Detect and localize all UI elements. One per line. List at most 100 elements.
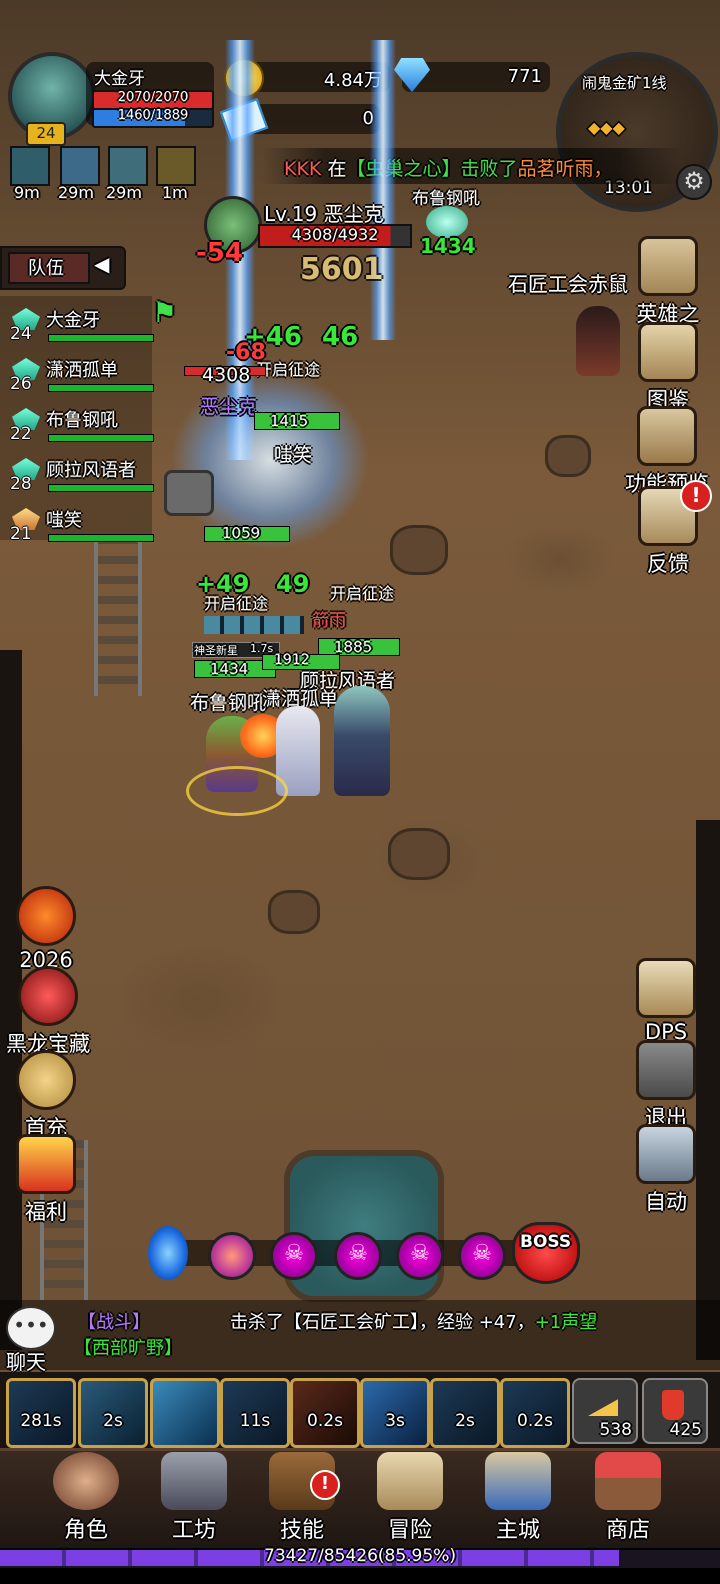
buff-icon[interactable] (156, 146, 196, 186)
skill-slot[interactable]: 2s (430, 1378, 500, 1448)
damage-number: -54 (196, 238, 243, 268)
boulder (390, 525, 448, 575)
stage-node-skull-icon (458, 1232, 506, 1280)
chat-channel-zone[interactable]: 【西部旷野】 (74, 1334, 182, 1360)
event-2026-button[interactable]: 2026 (6, 886, 86, 972)
party-member[interactable]: 21 嗤笑 (6, 506, 156, 550)
potion-icon (662, 1390, 684, 1420)
exit-button[interactable]: 退出 (626, 1040, 706, 1132)
nav-character-button[interactable]: 角色 (30, 1452, 142, 1544)
skill-cooldown: 0.2s (517, 1411, 553, 1431)
skill-slot[interactable]: 0.2s (500, 1378, 570, 1448)
ticket-amount: 0 (362, 108, 374, 129)
boss-node-label: BOSS (520, 1232, 572, 1252)
consumable-potion[interactable]: 425 (642, 1378, 708, 1444)
buff-timer: 9m (14, 183, 40, 202)
team-collapse-icon[interactable]: ◀ (94, 252, 109, 276)
lantern-icon (16, 886, 76, 946)
chixiao-name: 嗤笑 (274, 444, 313, 466)
buff-icon[interactable] (108, 146, 148, 186)
chat-bubble-icon[interactable]: ••• (6, 1306, 56, 1350)
nav-workshop-label: 工坊 (171, 1518, 216, 1543)
nav-shop-label: 商店 (605, 1518, 650, 1543)
notification-badge-icon: ! (680, 480, 712, 512)
party-member[interactable]: 24 大金牙 (6, 306, 156, 350)
holy-star-cast-label: 神圣新星 (194, 644, 238, 657)
party-name: 大金牙 (46, 310, 100, 331)
first-recharge-button[interactable]: 首充 (6, 1050, 86, 1142)
lightning-beam (370, 40, 396, 340)
broadcast-place: 【虫巢之心】 (346, 158, 461, 180)
party-member[interactable]: 22 布鲁钢吼 (6, 406, 156, 450)
enemy-hp-mini-text: 4308 (202, 364, 251, 386)
chat-label: 聊天 (6, 1350, 46, 1374)
broadcast-at: 在 (327, 158, 347, 180)
boss-level-name: Lv.19 恶尘克 (264, 202, 384, 226)
nav-shop-button[interactable]: 商店 (572, 1452, 684, 1544)
skill-slot[interactable] (150, 1378, 220, 1448)
welfare-button[interactable]: 福利 (6, 1134, 86, 1226)
gift-box-icon (16, 1134, 76, 1194)
player-level-badge: 24 (26, 122, 66, 146)
skill-cooldown: 11s (239, 1411, 271, 1431)
mine-cart (164, 470, 214, 516)
anvil-icon (161, 1452, 227, 1510)
party-member[interactable]: 28 顾拉风语者 (6, 456, 156, 500)
skill-slot[interactable]: 281s (6, 1378, 76, 1448)
boss-hp-text: 4308/4932 (291, 225, 379, 244)
crossed-swords-icon (636, 1124, 696, 1184)
nav-workshop-button[interactable]: 工坊 (138, 1452, 250, 1544)
party-level: 28 (10, 474, 32, 494)
buff-icon[interactable] (10, 146, 50, 186)
heal-number: 46 (322, 322, 359, 352)
minimap-markers: ◆◆◆ (588, 118, 625, 137)
party-level: 24 (10, 324, 32, 344)
skill-cooldown: 3s (385, 1411, 405, 1431)
journey-label: 开启征途 (330, 584, 395, 603)
scroll-icon (637, 406, 697, 466)
hp-text-1434: 1434 (210, 660, 249, 678)
map-scroll-icon (377, 1452, 443, 1510)
skill-slot[interactable]: 0.2s (290, 1378, 360, 1448)
black-dragon-treasure-button[interactable]: 黑龙宝藏 (0, 966, 96, 1058)
heal-number: 5601 (300, 252, 384, 287)
chat-log-line: 击杀了【石匠工会矿工】，经验 +47，+1声望 (230, 1308, 597, 1334)
auto-battle-button[interactable]: 自动 (626, 1124, 706, 1216)
broadcast-message: KKK 在【虫巢之心】击败了品茗听雨， (284, 154, 613, 181)
party-name: 潇洒孤单 (46, 360, 118, 381)
buff-icon[interactable] (60, 146, 100, 186)
nav-adventure-button[interactable]: 冒险 (354, 1452, 466, 1544)
buff-timer: 1m (162, 183, 188, 202)
buff-timer: 29m (106, 183, 142, 202)
codex-button[interactable]: 图鉴 (628, 322, 708, 414)
party-member[interactable]: 26 潇洒孤单 (6, 356, 156, 400)
chat-log-bonus: +1声望 (534, 1312, 598, 1333)
party-hp-bar (48, 334, 154, 342)
nav-city-button[interactable]: 主城 (462, 1452, 574, 1544)
boulder (268, 890, 320, 934)
hero-troll-hunter[interactable] (334, 686, 390, 796)
cheese-count: 538 (599, 1420, 632, 1440)
consumable-cheese[interactable]: 538 (572, 1378, 638, 1444)
flag-icon: ⚑ (152, 296, 178, 329)
nav-city-label: 主城 (495, 1518, 540, 1543)
skill-slot[interactable]: 3s (360, 1378, 430, 1448)
portal-icon (148, 1226, 188, 1280)
chat-log-text: 击杀了【石匠工会矿工】，经验 +47， (230, 1312, 535, 1333)
boulder (388, 828, 450, 880)
enemy-guild-miner[interactable] (576, 306, 620, 376)
player-hp-text: 2070/2070 (117, 90, 189, 105)
party-name: 嗤笑 (46, 510, 82, 531)
nav-skills-button[interactable]: 技能 (246, 1452, 358, 1544)
mine-rails-upper (94, 536, 142, 696)
money-bag-icon (16, 1050, 76, 1110)
dps-button[interactable]: DPS (626, 958, 706, 1044)
skill-slot[interactable]: 11s (220, 1378, 290, 1448)
auto-battle-label: 自动 (645, 1190, 687, 1214)
boulder (545, 435, 591, 477)
castle-icon (485, 1452, 551, 1510)
skill-slot[interactable]: 2s (78, 1378, 148, 1448)
chixiao-hp-text: 1415 (270, 412, 309, 430)
chat-channel-battle[interactable]: 【战斗】 (78, 1308, 150, 1334)
stage-node-skull-icon (270, 1232, 318, 1280)
